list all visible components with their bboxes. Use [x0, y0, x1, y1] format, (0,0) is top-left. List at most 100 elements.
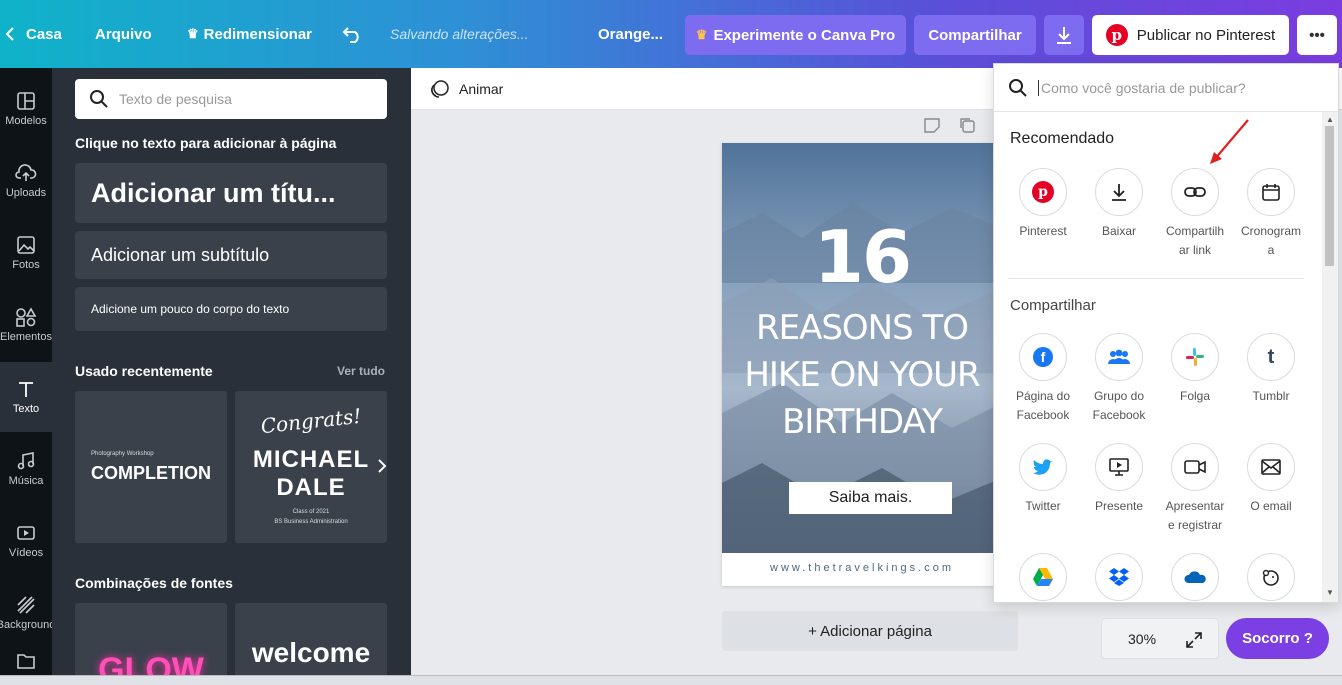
publish-label: Publicar no Pinterest [1136, 26, 1276, 44]
publish-search-input[interactable]: Como você gostaria de publicar? [994, 64, 1338, 112]
resize-button[interactable]: ♛ Redimensionar [187, 0, 312, 68]
zoom-level[interactable]: 30% [1128, 631, 1156, 647]
download-button[interactable] [1044, 15, 1084, 55]
fullscreen-icon[interactable] [1185, 631, 1203, 649]
design-line-2[interactable]: HIKE ON YOUR [722, 355, 1002, 395]
thumb-script-text: Congrats! [259, 403, 363, 439]
try-pro-label: Experimente o Canva Pro [713, 26, 896, 44]
option-onedrive[interactable] [1160, 553, 1230, 607]
add-body-text-button[interactable]: Adicione um pouco do corpo do texto [75, 287, 387, 331]
option-google-drive[interactable] [1008, 553, 1078, 607]
design-page[interactable]: 16 REASONS TO HIKE ON YOUR BIRTHDAY Saib… [722, 143, 1002, 586]
animate-button[interactable]: Animar [429, 68, 503, 110]
divider [1008, 278, 1304, 279]
publish-pinterest-button[interactable]: p Publicar no Pinterest [1092, 15, 1289, 55]
option-mailchimp[interactable] [1236, 553, 1306, 607]
option-dropbox[interactable] [1084, 553, 1154, 607]
recent-template-completion[interactable]: Photography Workshop COMPLETION [75, 391, 227, 543]
rail-item-videos[interactable]: Vídeos [0, 506, 52, 576]
option-facebook-page[interactable]: f Página do Facebook [1008, 333, 1078, 425]
recent-template-congrats[interactable]: Congrats! MICHAEL DALE Class of 2021 BS … [235, 391, 387, 543]
background-icon [17, 596, 35, 614]
layout-icon [17, 92, 35, 110]
rail-item-elementos[interactable]: Elementos [0, 290, 52, 360]
rail-item-fotos[interactable]: Fotos [0, 218, 52, 288]
option-slack[interactable]: Folga [1160, 333, 1230, 406]
option-label: O email [1250, 499, 1292, 513]
scroll-down-icon[interactable]: ▼ [1326, 588, 1334, 597]
search-icon [90, 90, 108, 108]
rail-item-uploads[interactable]: Uploads [0, 146, 52, 216]
font-combo-welcome[interactable]: welcome [235, 603, 387, 685]
design-number[interactable]: 16 [722, 215, 1002, 299]
option-download[interactable]: Baixar [1084, 168, 1154, 241]
design-url[interactable]: www.thetravelkings.com [722, 562, 1002, 574]
option-label-1: Página do [1015, 389, 1071, 403]
option-label-2: ar link [1178, 243, 1211, 257]
left-rail: Modelos Uploads Fotos Elementos Texto Mú… [0, 68, 55, 685]
rail-label: Texto [12, 403, 40, 415]
option-label-2: Facebook [1092, 408, 1146, 422]
option-share-link[interactable]: Compartilh ar link [1160, 168, 1230, 260]
add-subheading-button[interactable]: Adicionar um subtítulo [75, 231, 387, 279]
thumb-big-text: COMPLETION [91, 463, 211, 483]
option-email[interactable]: O email [1236, 443, 1306, 516]
option-present-record[interactable]: Apresentar e registrar [1160, 443, 1230, 535]
scroll-up-icon[interactable]: ▲ [1326, 115, 1334, 124]
rail-item-modelos[interactable]: Modelos [0, 74, 52, 144]
home-button[interactable]: Casa [4, 0, 62, 68]
horizontal-scrollbar[interactable] [0, 675, 1342, 685]
popup-scrollbar[interactable]: ▲ ▼ [1322, 112, 1338, 602]
more-options-button[interactable]: ••• [1297, 15, 1337, 55]
option-label-2: e registrar [1167, 518, 1223, 532]
thumb-line-2: BS Business Administration [274, 519, 348, 525]
option-facebook-group[interactable]: Grupo do Facebook [1084, 333, 1154, 425]
rail-label: Uploads [5, 187, 47, 199]
help-button[interactable]: Socorro ? [1226, 618, 1329, 659]
music-icon [17, 452, 35, 470]
option-pinterest[interactable]: p Pinterest [1008, 168, 1078, 241]
option-label: Tumblr [1252, 389, 1290, 403]
document-name[interactable]: Orange... [598, 0, 663, 68]
rail-item-texto[interactable]: Texto [0, 362, 52, 432]
canva-editor: Casa Arquivo ♛ Redimensionar Salvando al… [0, 0, 1342, 685]
design-line-3[interactable]: BIRTHDAY [722, 402, 1002, 442]
font-combos-title: Combinações de fontes [75, 575, 233, 591]
option-tumblr[interactable]: t Tumblr [1236, 333, 1306, 406]
notes-icon[interactable] [923, 117, 941, 133]
recent-title: Usado recentemente [75, 363, 213, 379]
publish-menu: Como você gostaria de publicar? Recomend… [993, 63, 1339, 603]
combo-welcome-text: welcome [251, 637, 371, 668]
rail-item-musica[interactable]: Música [0, 434, 52, 504]
rail-label: Elementos [0, 331, 52, 343]
font-combo-glow[interactable]: GLOW [75, 603, 227, 685]
scrollbar-thumb[interactable] [1325, 126, 1334, 266]
duplicate-icon[interactable] [958, 116, 976, 134]
option-schedule[interactable]: Cronogram a [1236, 168, 1306, 260]
option-twitter[interactable]: Twitter [1008, 443, 1078, 516]
text-icon [19, 382, 33, 397]
undo-button[interactable] [342, 0, 364, 68]
publish-search-placeholder: Como você gostaria de publicar? [1038, 79, 1246, 96]
chevron-right-icon[interactable] [376, 458, 388, 474]
mailchimp-icon [1262, 569, 1279, 586]
see-all-link[interactable]: Ver tudo [337, 364, 385, 378]
add-heading-button[interactable]: Adicionar um títu... [75, 163, 387, 223]
thumb-name-1: MICHAEL [252, 446, 370, 473]
design-cta-button[interactable]: Saiba mais. [789, 482, 952, 514]
share-button[interactable]: Compartilhar [914, 15, 1036, 55]
animate-label: Animar [459, 81, 504, 97]
add-page-button[interactable]: + Adicionar página [722, 611, 1018, 651]
search-placeholder: Texto de pesquisa [119, 91, 232, 107]
option-label-2: a [1267, 243, 1275, 257]
file-menu[interactable]: Arquivo [95, 0, 152, 68]
pinterest-icon: p [1032, 181, 1054, 203]
try-pro-button[interactable]: ♛ Experimente o Canva Pro [685, 15, 906, 55]
rail-item-background[interactable]: Background [0, 578, 55, 648]
facebook-icon: f [1033, 347, 1053, 367]
option-present[interactable]: Presente [1084, 443, 1154, 516]
text-search-input[interactable]: Texto de pesquisa [75, 79, 387, 119]
click-hint: Clique no texto para adicionar à página [75, 135, 337, 151]
top-bar: Casa Arquivo ♛ Redimensionar Salvando al… [0, 0, 1342, 68]
design-line-1[interactable]: REASONS TO [722, 308, 1002, 348]
